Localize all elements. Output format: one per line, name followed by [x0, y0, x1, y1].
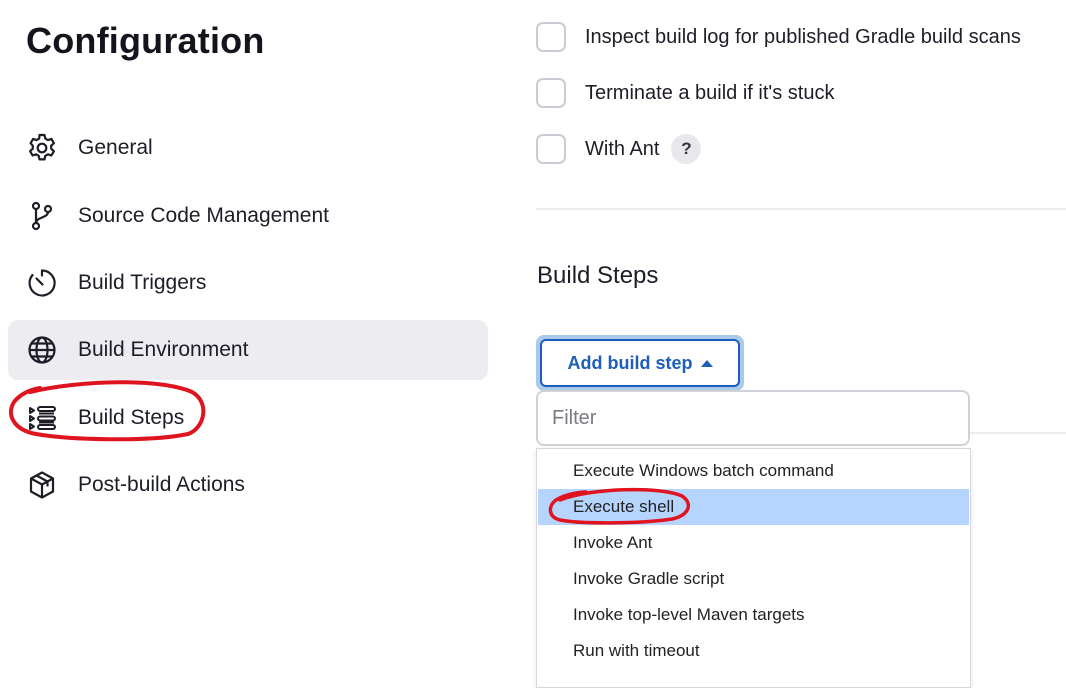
sidebar-item-label: Post-build Actions [78, 473, 245, 496]
option-label: Inspect build log for published Gradle b… [585, 25, 1021, 48]
menu-item[interactable]: Invoke top-level Maven targets [538, 597, 969, 633]
section-divider [536, 208, 1066, 210]
sidebar-item-general[interactable]: General [8, 118, 488, 178]
option-gradle-build-scans[interactable]: Inspect build log for published Gradle b… [536, 20, 1021, 54]
menu-item-execute-shell[interactable]: Execute shell [538, 489, 969, 525]
sidebar-item-source-code-management[interactable]: Source Code Management [8, 186, 488, 246]
menu-item[interactable]: Run with timeout [538, 633, 969, 669]
menu-item[interactable]: Invoke Gradle script [538, 561, 969, 597]
section-title-build-steps: Build Steps [537, 262, 659, 289]
caret-up-icon [700, 359, 713, 367]
sidebar-item-label: General [78, 136, 153, 159]
help-icon[interactable]: ? [671, 134, 702, 164]
checkbox[interactable] [536, 22, 566, 52]
menu-item[interactable]: Invoke Ant [538, 525, 969, 561]
sidebar-item-build-environment[interactable]: Build Environment [8, 320, 488, 380]
sidebar-item-build-triggers[interactable]: Build Triggers [8, 253, 488, 313]
option-label: With Ant [585, 137, 660, 160]
sidebar-item-label: Build Environment [78, 338, 249, 361]
checkbox[interactable] [536, 78, 566, 108]
sidebar-item-build-steps[interactable]: Build Steps [8, 388, 488, 448]
globe-icon [26, 334, 58, 366]
sidebar-item-label: Source Code Management [78, 204, 329, 227]
build-step-menu: Execute Windows batch command Execute sh… [536, 448, 971, 688]
package-icon [26, 469, 58, 501]
branch-icon [26, 200, 58, 232]
option-label: Terminate a build if it's stuck [585, 81, 835, 104]
option-with-ant[interactable]: With Ant ? [536, 132, 702, 166]
menu-item[interactable]: Execute Windows batch command [538, 453, 969, 489]
checkbox[interactable] [536, 134, 566, 164]
sidebar-item-label: Build Steps [78, 406, 185, 429]
gear-icon [26, 132, 58, 164]
page-title: Configuration [26, 20, 265, 61]
add-build-step-focus-ring: Add build step [536, 335, 744, 391]
list-steps-icon [26, 402, 58, 434]
filter-input[interactable] [536, 390, 970, 446]
sidebar-item-post-build-actions[interactable]: Post-build Actions [8, 455, 488, 515]
add-build-step-button[interactable]: Add build step [540, 339, 740, 387]
timer-icon [26, 267, 58, 299]
option-terminate-stuck-build[interactable]: Terminate a build if it's stuck [536, 76, 834, 110]
add-build-step-label: Add build step [567, 352, 693, 373]
sidebar-item-label: Build Triggers [78, 271, 207, 294]
